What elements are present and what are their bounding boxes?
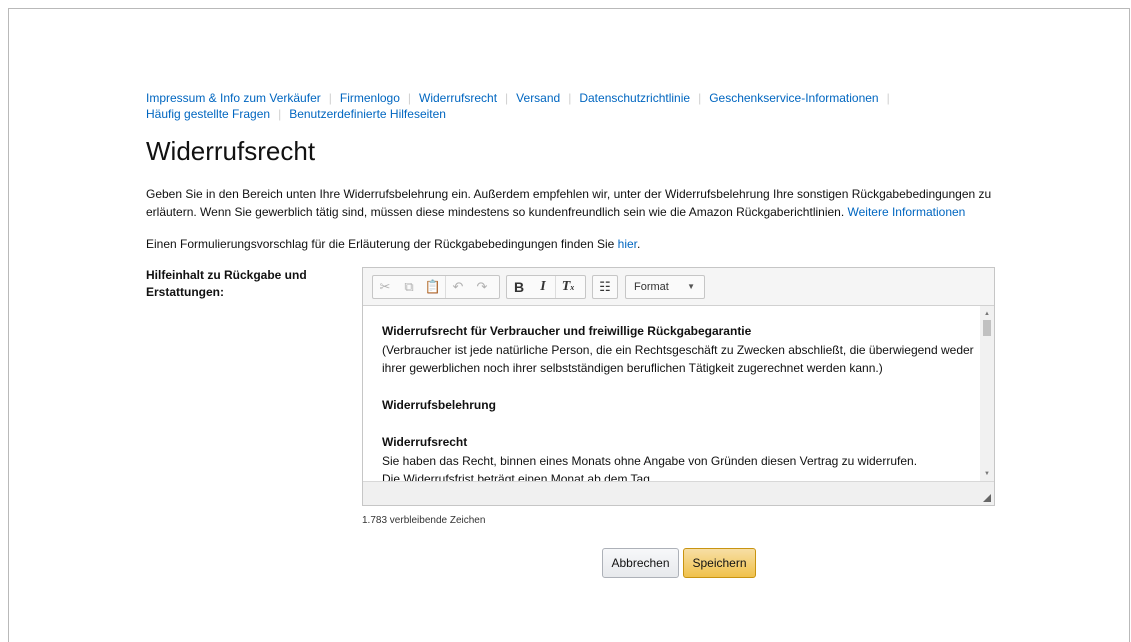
hint-end: . xyxy=(637,237,641,251)
nav-separator: | xyxy=(278,107,282,121)
hint-link[interactable]: hier xyxy=(618,237,637,251)
cut-icon[interactable]: ✂ xyxy=(373,276,397,298)
nav-link-faq[interactable]: Häufig gestellte Fragen xyxy=(146,107,270,121)
resize-handle-icon[interactable] xyxy=(983,494,991,502)
page-title: Widerrufsrecht xyxy=(146,136,316,166)
intro-text: Geben Sie in den Bereich unten Ihre Wide… xyxy=(146,185,1006,221)
nav-separator: | xyxy=(568,91,572,105)
more-info-link[interactable]: Weitere Informationen xyxy=(848,205,966,219)
nav-link-geschenkservice[interactable]: Geschenkservice-Informationen xyxy=(709,91,878,105)
scroll-down-icon[interactable]: ▼ xyxy=(980,468,994,480)
format-group: B I Tx xyxy=(506,275,586,299)
rich-text-editor: ✂ ⧉ 📋 ↶ ↷ B I Tx ☷ Format ▼ Widerrufsrec… xyxy=(362,267,995,506)
content-paragraph: (Verbraucher ist jede natürliche Person,… xyxy=(382,342,974,376)
hint-text: Einen Formulierungsvorschlag für die Erl… xyxy=(146,235,1006,253)
nav-link-widerrufsrecht[interactable]: Widerrufsrecht xyxy=(419,91,497,105)
list-group: ☷ xyxy=(592,275,618,299)
content-heading: Widerrufsrecht xyxy=(382,435,468,449)
cancel-button[interactable]: Abbrechen xyxy=(602,548,679,578)
clipboard-group: ✂ ⧉ 📋 ↶ ↷ xyxy=(372,275,500,299)
bold-icon[interactable]: B xyxy=(507,276,531,298)
nav-separator: | xyxy=(505,91,509,105)
nav-link-datenschutz[interactable]: Datenschutzrichtlinie xyxy=(579,91,690,105)
scroll-up-icon[interactable]: ▲ xyxy=(980,308,994,320)
undo-icon[interactable]: ↶ xyxy=(445,276,470,298)
nav-separator: | xyxy=(328,91,332,105)
return-content-row: Hilfeinhalt zu Rückgabe und Erstattungen… xyxy=(146,267,1006,527)
main-content: Impressum & Info zum Verkäufer | Firmenlog… xyxy=(146,90,1006,527)
content-paragraph: Sie haben das Recht, binnen eines Monats… xyxy=(382,453,918,468)
format-label: Format xyxy=(634,281,669,293)
seller-info-nav: Impressum & Info zum Verkäufer | Firmenlog… xyxy=(146,90,1006,122)
chevron-down-icon: ▼ xyxy=(687,282,695,291)
italic-icon[interactable]: I xyxy=(531,276,555,298)
editor-content[interactable]: Widerrufsrecht für Verbraucher und freiw… xyxy=(363,306,982,482)
nav-separator: | xyxy=(698,91,702,105)
editor-statusbar xyxy=(363,481,994,505)
editor-toolbar: ✂ ⧉ 📋 ↶ ↷ B I Tx ☷ Format ▼ xyxy=(363,268,994,306)
remove-format-icon[interactable]: Tx xyxy=(555,276,580,298)
bulleted-list-icon[interactable]: ☷ xyxy=(593,276,617,298)
nav-separator: | xyxy=(407,91,412,105)
nav-link-versand[interactable]: Versand xyxy=(516,91,560,105)
scroll-thumb[interactable] xyxy=(983,320,991,336)
save-button[interactable]: Speichern xyxy=(683,548,756,578)
nav-link-firmenlogo[interactable]: Firmenlogo xyxy=(340,91,400,105)
nav-separator: | xyxy=(886,91,890,105)
copy-icon[interactable]: ⧉ xyxy=(397,276,421,298)
editor-scrollbar[interactable]: ▲ ▼ xyxy=(980,306,994,482)
nav-link-impressum[interactable]: Impressum & Info zum Verkäufer xyxy=(146,91,321,105)
hint-body: Einen Formulierungsvorschlag für die Erl… xyxy=(146,237,615,251)
field-label: Hilfeinhalt zu Rückgabe und Erstattungen… xyxy=(146,268,307,299)
redo-icon[interactable]: ↷ xyxy=(470,276,494,298)
content-heading: Widerrufsrecht für Verbraucher und freiw… xyxy=(382,324,752,338)
nav-link-custom-help[interactable]: Benutzerdefinierte Hilfeseiten xyxy=(289,107,446,121)
format-dropdown[interactable]: Format ▼ xyxy=(625,275,705,299)
remaining-characters: 1.783 verbleibende Zeichen xyxy=(362,515,486,526)
content-heading: Widerrufsbelehrung xyxy=(382,398,496,412)
paste-icon[interactable]: 📋 xyxy=(421,276,445,298)
